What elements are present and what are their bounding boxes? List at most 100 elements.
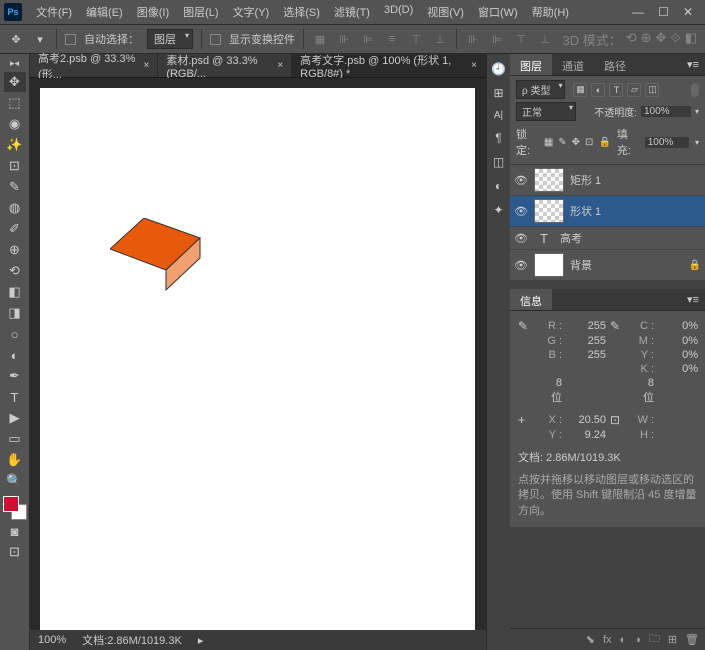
visibility-icon[interactable]: 👁 — [514, 205, 528, 218]
character-panel-icon[interactable]: A| — [494, 110, 503, 121]
menu-filter[interactable]: 滤镜(T) — [328, 1, 376, 23]
history-panel-icon[interactable]: 🕘 — [491, 62, 506, 76]
visibility-icon[interactable]: 👁 — [514, 232, 528, 245]
lock-position-icon[interactable]: ✥ — [572, 137, 580, 148]
canvas[interactable] — [40, 88, 475, 630]
menu-edit[interactable]: 编辑(E) — [80, 1, 129, 23]
menu-type[interactable]: 文字(Y) — [227, 1, 276, 23]
pen-tool[interactable]: ✒ — [4, 366, 26, 386]
show-transform-checkbox[interactable] — [210, 34, 221, 45]
hand-tool[interactable]: ✋ — [4, 450, 26, 470]
shape-tool[interactable]: ▭ — [4, 429, 26, 449]
brush-tool[interactable]: ✐ — [4, 219, 26, 239]
dodge-tool[interactable]: ◐ — [4, 345, 26, 365]
auto-select-dropdown[interactable]: 图层 — [147, 29, 193, 49]
adjustment-icon[interactable]: ◑ — [634, 634, 641, 646]
filter-type-icon[interactable]: T — [609, 83, 623, 97]
layer-row[interactable]: 👁 形状 1 — [510, 196, 705, 227]
menu-window[interactable]: 窗口(W) — [472, 1, 524, 23]
lock-transparency-icon[interactable]: ▦ — [544, 137, 553, 148]
new-layer-icon[interactable]: ⊞ — [668, 633, 677, 646]
document-tab[interactable]: 高考2.psb @ 33.3% (形... × — [30, 54, 158, 77]
styles-panel-icon[interactable]: ✦ — [493, 203, 503, 217]
chevron-down-icon[interactable]: ▾ — [32, 31, 48, 47]
screen-mode-tool[interactable]: ⊡ — [4, 542, 26, 562]
tab-info[interactable]: 信息 — [510, 289, 552, 310]
layer-row[interactable]: 👁 T 高考 — [510, 227, 705, 250]
auto-select-checkbox[interactable] — [65, 34, 76, 45]
align-icon[interactable]: ⊥ — [432, 31, 448, 47]
properties-panel-icon[interactable]: ⊞ — [493, 86, 503, 100]
menu-image[interactable]: 图像(I) — [131, 1, 175, 23]
collapse-icon[interactable]: ▸◂ — [10, 58, 19, 69]
layer-name[interactable]: 高考 — [560, 230, 582, 246]
lock-artboard-icon[interactable]: ⊡ — [585, 137, 593, 148]
layer-row[interactable]: 👁 矩形 1 — [510, 165, 705, 196]
layer-name[interactable]: 背景 — [570, 257, 592, 273]
opacity-input[interactable]: 100% — [641, 106, 691, 117]
magic-wand-tool[interactable]: ✨ — [4, 135, 26, 155]
close-icon[interactable]: × — [277, 60, 283, 71]
tab-channels[interactable]: 通道 — [552, 54, 594, 75]
document-tab[interactable]: 高考文字.psb @ 100% (形状 1, RGB/8#) * × — [292, 54, 486, 77]
distribute-icon[interactable]: ⊫ — [489, 31, 505, 47]
doc-size[interactable]: 文档:2.86M/1019.3K — [82, 632, 182, 648]
swatches-panel-icon[interactable]: ◫ — [493, 155, 504, 169]
distribute-icon[interactable]: ⊤ — [513, 31, 529, 47]
group-icon[interactable]: 🗀 — [649, 630, 660, 649]
orange-shape[interactable] — [110, 218, 205, 298]
align-icon[interactable]: ▦ — [312, 31, 328, 47]
delete-icon[interactable]: 🗑 — [685, 633, 699, 646]
fill-input[interactable]: 100% — [645, 137, 689, 148]
document-tab[interactable]: 素材.psd @ 33.3%(RGB/... × — [158, 54, 292, 77]
panel-menu-icon[interactable]: ▾≡ — [681, 289, 705, 310]
3d-icon[interactable]: ✥ — [656, 30, 667, 49]
close-button[interactable]: ✕ — [683, 5, 693, 19]
tab-layers[interactable]: 图层 — [510, 54, 552, 75]
layer-name[interactable]: 矩形 1 — [570, 172, 601, 188]
fx-icon[interactable]: fx — [603, 634, 612, 646]
visibility-icon[interactable]: 👁 — [514, 259, 528, 272]
blur-tool[interactable]: ○ — [4, 324, 26, 344]
menu-select[interactable]: 选择(S) — [277, 1, 326, 23]
menu-layer[interactable]: 图层(L) — [177, 1, 224, 23]
close-icon[interactable]: × — [143, 60, 149, 71]
zoom-level[interactable]: 100% — [38, 634, 66, 646]
chevron-down-icon[interactable]: ▾ — [695, 138, 699, 147]
healing-tool[interactable]: ◍ — [4, 198, 26, 218]
history-brush-tool[interactable]: ⟲ — [4, 261, 26, 281]
3d-icon[interactable]: ⟐ — [670, 30, 680, 49]
menu-view[interactable]: 视图(V) — [421, 1, 470, 23]
distribute-icon[interactable]: ⊥ — [537, 31, 553, 47]
gradient-tool[interactable]: ◨ — [4, 303, 26, 323]
lock-paint-icon[interactable]: ✎ — [558, 137, 566, 148]
type-tool[interactable]: T — [4, 387, 26, 407]
layer-name[interactable]: 形状 1 — [570, 203, 601, 219]
blend-mode-dropdown[interactable]: 正常 — [516, 102, 576, 121]
layer-thumbnail[interactable] — [534, 253, 564, 277]
adjustments-panel-icon[interactable]: ◐ — [495, 179, 502, 193]
lasso-tool[interactable]: ◉ — [4, 114, 26, 134]
foreground-color[interactable] — [3, 496, 19, 512]
menu-file[interactable]: 文件(F) — [30, 1, 78, 23]
3d-icon[interactable]: ⊕ — [641, 30, 652, 49]
layer-thumbnail[interactable] — [534, 168, 564, 192]
move-tool[interactable]: ✥ — [4, 72, 26, 92]
close-icon[interactable]: × — [471, 60, 477, 71]
align-icon[interactable]: ⊫ — [360, 31, 376, 47]
align-icon[interactable]: ≡ — [384, 31, 400, 47]
canvas-area[interactable] — [30, 78, 486, 630]
maximize-button[interactable]: ☐ — [658, 5, 669, 19]
zoom-tool[interactable]: 🔍 — [4, 471, 26, 491]
minimize-button[interactable]: — — [632, 5, 644, 19]
crop-tool[interactable]: ⊡ — [4, 156, 26, 176]
eyedropper-tool[interactable]: ✎ — [4, 177, 26, 197]
link-layers-icon[interactable]: ⬊ — [586, 633, 595, 646]
marquee-tool[interactable]: ⬚ — [4, 93, 26, 113]
layer-filter-dropdown[interactable]: ρ 类型 — [516, 80, 565, 99]
align-icon[interactable]: ⊤ — [408, 31, 424, 47]
menu-help[interactable]: 帮助(H) — [526, 1, 575, 23]
filter-pixel-icon[interactable]: ▦ — [573, 83, 587, 97]
lock-all-icon[interactable]: 🔒 — [598, 137, 610, 148]
mask-icon[interactable]: ◐ — [620, 634, 627, 646]
